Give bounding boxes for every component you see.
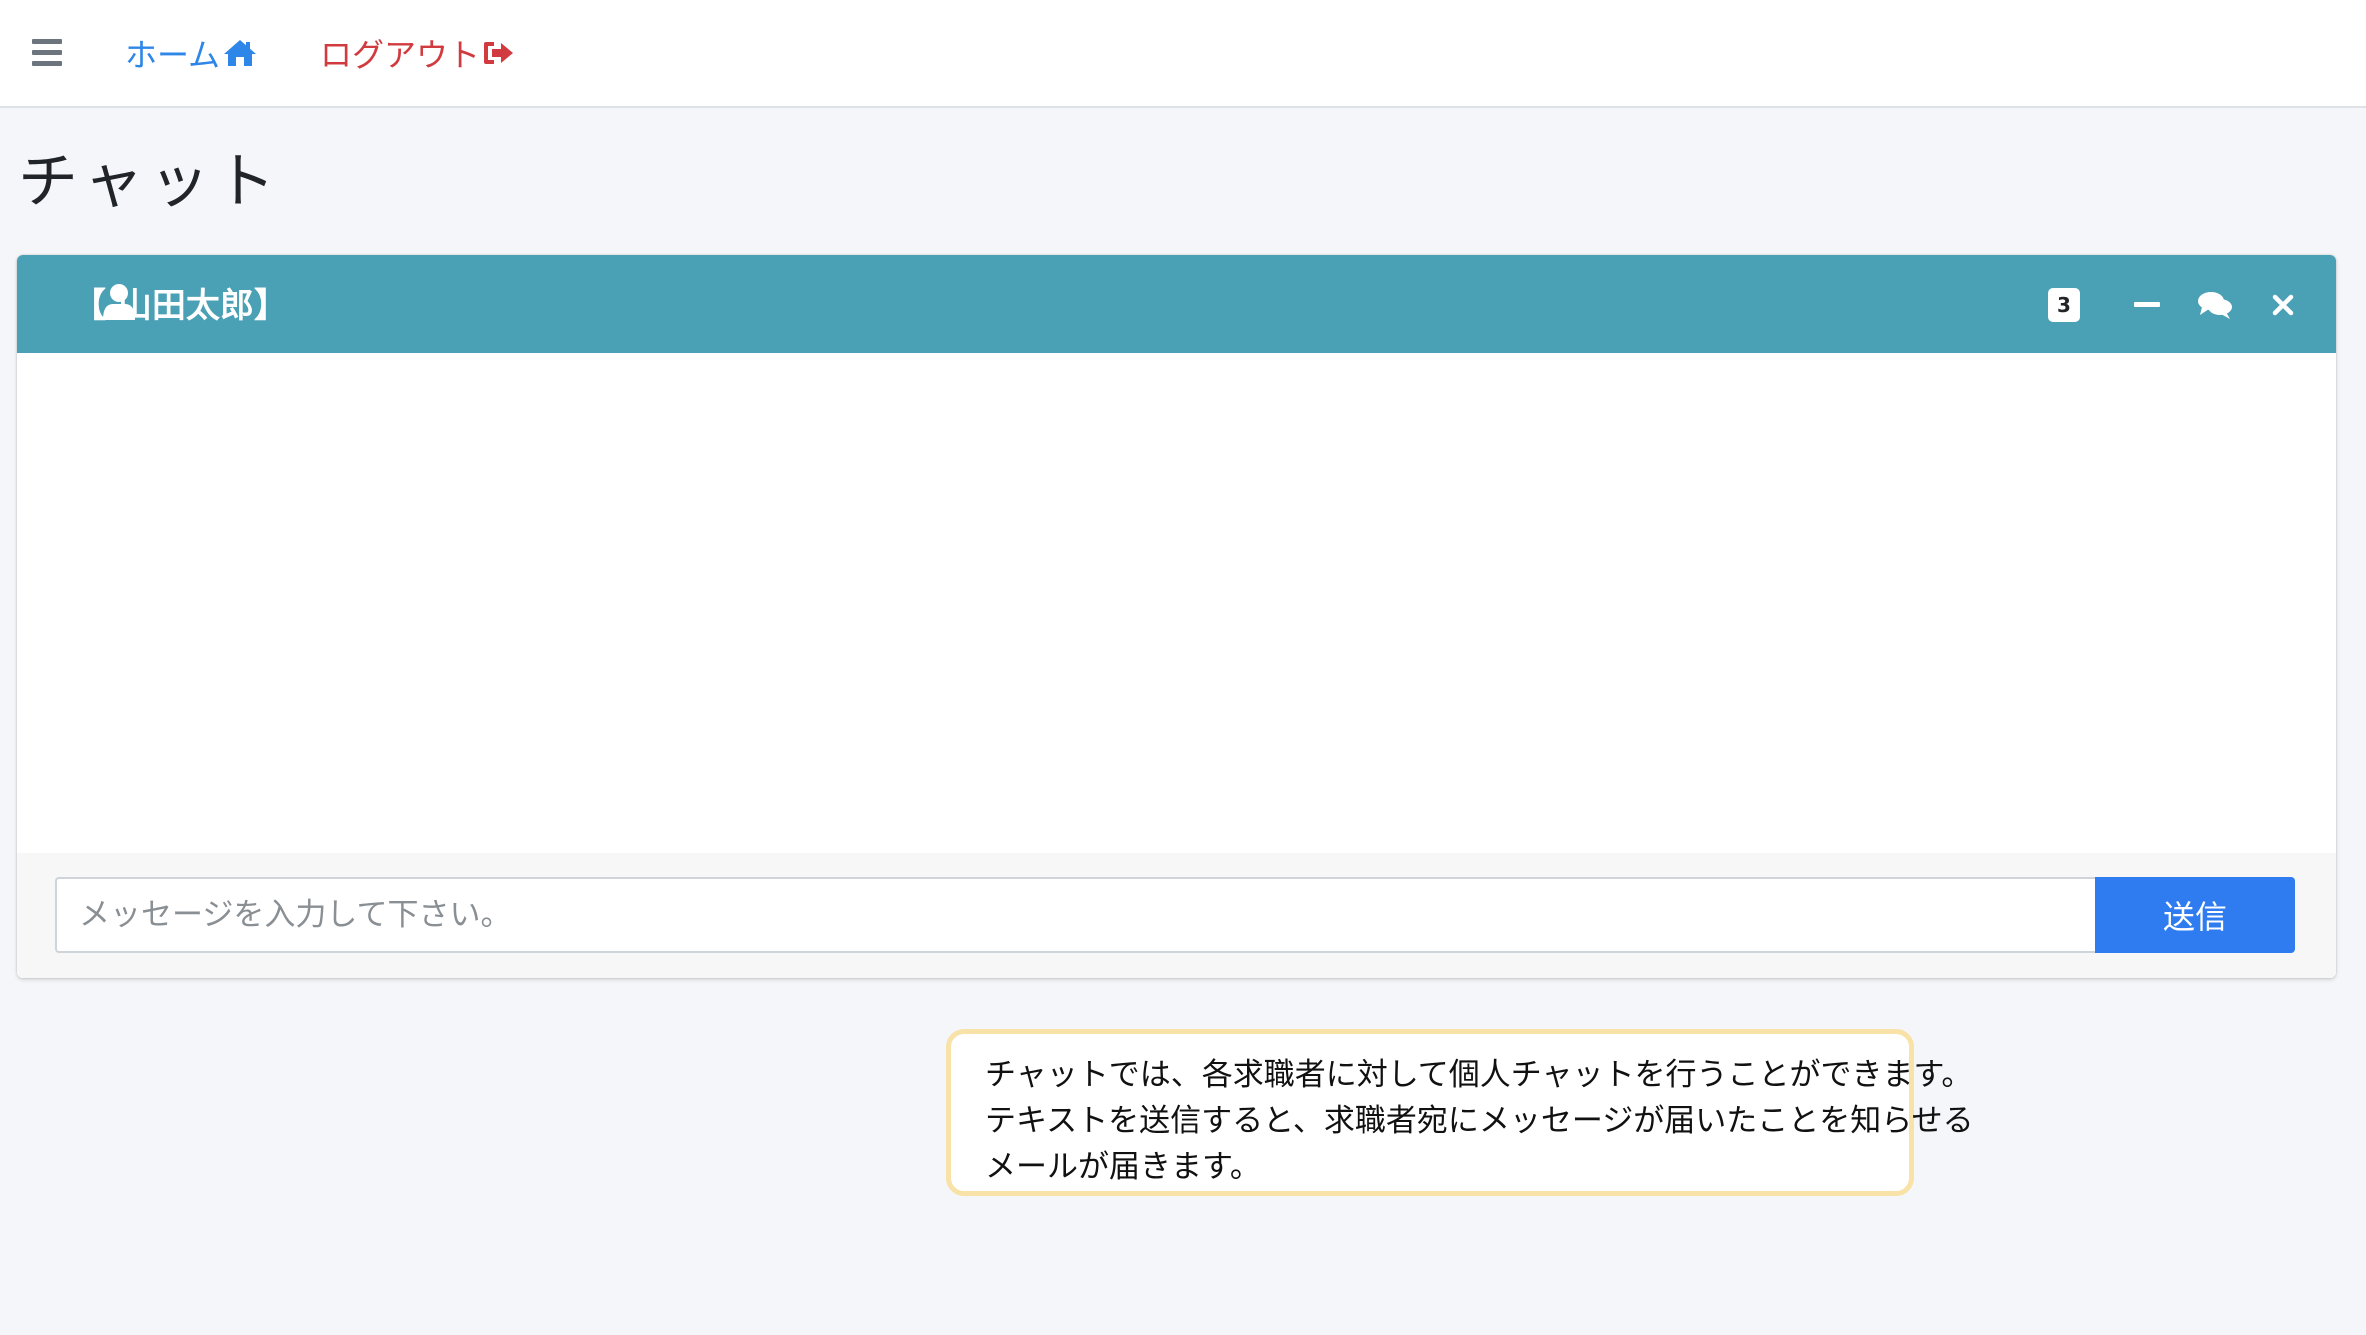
contacts-button[interactable]: [2192, 285, 2238, 325]
page-title: チャット: [18, 147, 282, 217]
home-link[interactable]: ホーム: [125, 30, 258, 76]
logout-link-label: ログアウト: [320, 36, 481, 74]
chat-card: 【 山田太郎】 3 メッセージを入力して下さい。 送信: [17, 255, 2336, 978]
help-note: チャットでは、各求職者に対して個人チャットを行うことができます。 テキストを送信…: [946, 1029, 1974, 1196]
logout-link[interactable]: ログアウト: [320, 30, 516, 76]
remove-button[interactable]: [2260, 285, 2306, 325]
sign-out-icon: [484, 42, 514, 64]
hamburger-icon[interactable]: [32, 39, 62, 66]
home-icon: [224, 40, 257, 66]
unread-count-badge: 3: [2048, 288, 2080, 322]
chat-card-tools: 3: [2048, 285, 2306, 325]
top-navbar: ホーム ログアウト: [0, 0, 2366, 108]
send-button[interactable]: 送信: [2095, 877, 2295, 953]
comments-icon: [2198, 292, 2232, 319]
home-link-label: ホーム: [125, 36, 221, 74]
collapse-button[interactable]: [2124, 285, 2170, 325]
help-note-line: メールが届きます。: [985, 1149, 1261, 1185]
help-note-line: チャットでは、各求職者に対して個人チャットを行うことができます。: [985, 1057, 1973, 1093]
minus-icon: [2134, 302, 2160, 307]
close-icon: [2272, 294, 2294, 316]
user-icon: [103, 284, 135, 320]
chat-card-footer: 送信: [17, 853, 2336, 978]
help-note-line: テキストを送信すると、求職者宛にメッセージが届いたことを知らせる: [985, 1103, 1974, 1139]
chat-card-header: 【 山田太郎】 3: [17, 255, 2336, 353]
message-input[interactable]: [55, 877, 2095, 953]
